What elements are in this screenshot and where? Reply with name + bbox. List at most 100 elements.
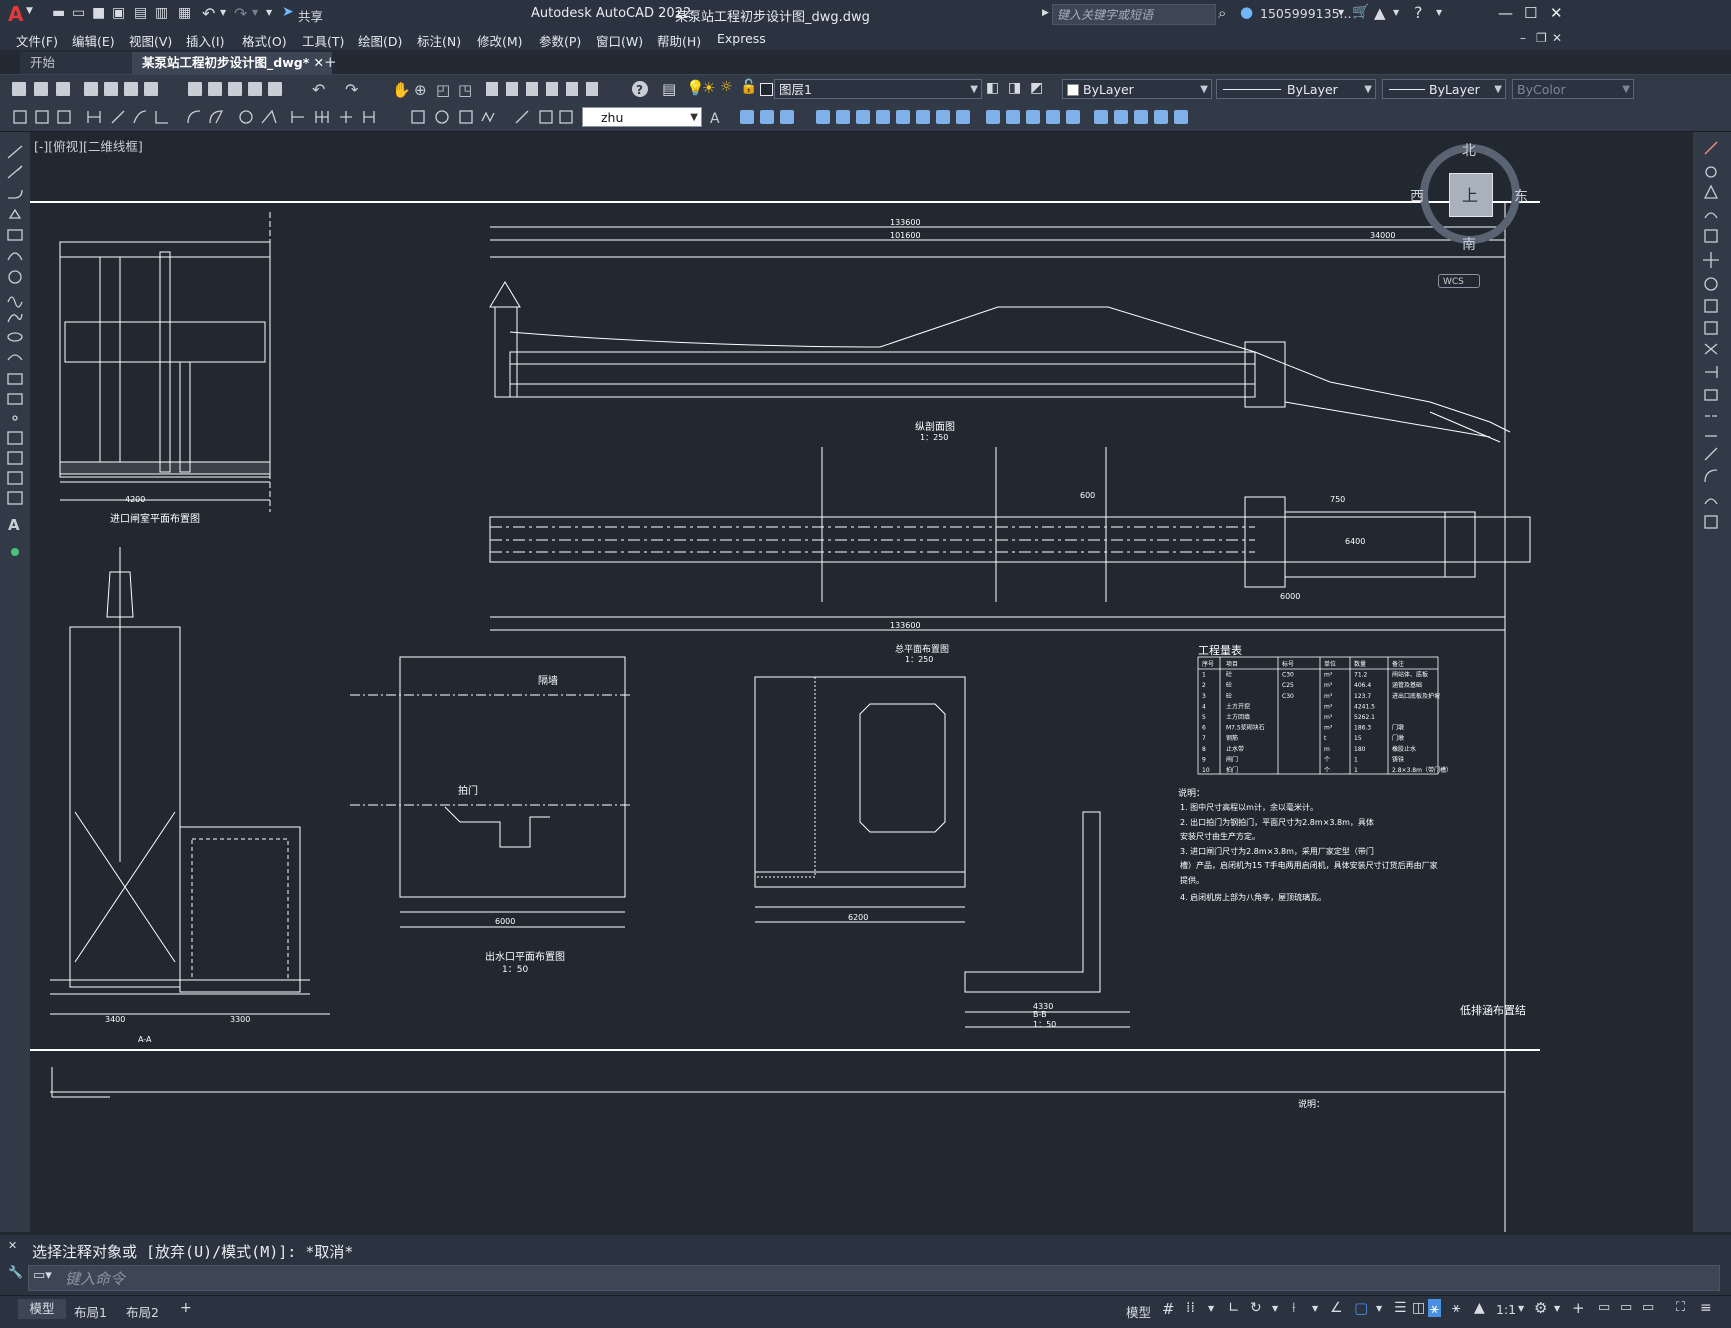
undo-icon[interactable]: ↶ — [202, 4, 215, 23]
menu-file[interactable]: 文件(F) — [16, 31, 58, 50]
menu-express[interactable]: Express — [717, 31, 766, 46]
app-dropdown-icon[interactable]: ▼ — [1393, 8, 1399, 17]
open-icon[interactable]: ▭ — [72, 5, 85, 21]
modify-tool-icons[interactable] — [1693, 132, 1731, 552]
new-icon[interactable]: ▬ — [52, 5, 65, 21]
layout-tab-2[interactable]: 布局2 — [126, 1302, 159, 1321]
layer-freeze-icon[interactable]: ☀ — [702, 79, 715, 97]
tab-close-icon[interactable]: ✕ — [314, 52, 324, 74]
viewcube-south[interactable]: 南 — [1462, 234, 1476, 254]
customize-icon[interactable]: ▼ — [266, 8, 272, 17]
workspace-gear-icon[interactable]: ⚙ — [1534, 1299, 1547, 1317]
tab-start[interactable]: 开始 — [20, 52, 140, 74]
lineweight-icon[interactable]: ☰ — [1394, 1300, 1407, 1316]
layout-tab-1[interactable]: 布局1 — [74, 1302, 107, 1321]
close-icon[interactable]: ✕ — [1550, 4, 1563, 22]
viewcube-west[interactable]: 西 — [1410, 186, 1424, 206]
transparency-icon[interactable]: ◫ — [1412, 1300, 1425, 1316]
make-current-layer-icon[interactable]: ◧ — [986, 80, 999, 96]
new-tab-button[interactable]: + — [324, 53, 337, 71]
layout-tab-model[interactable]: 模型 — [18, 1299, 66, 1319]
status-model-button[interactable]: 模型 — [1126, 1302, 1151, 1321]
color-dropdown[interactable]: ByLayer ▼ — [1062, 79, 1212, 99]
menu-dimension[interactable]: 标注(N) — [417, 31, 461, 50]
viewcube-top-face[interactable]: 上 — [1449, 173, 1493, 217]
tab-drawing-active[interactable]: 某泵站工程初步设计图_dwg* ✕ — [132, 52, 332, 74]
save-icon[interactable]: ■ — [92, 5, 105, 21]
command-input[interactable]: ▭▾ 键入命令 — [28, 1265, 1720, 1291]
annotation-scale-value[interactable]: 1:1 — [1496, 1302, 1516, 1317]
customize-status-icon[interactable]: ≡ — [1700, 1300, 1712, 1316]
command-settings-icon[interactable]: 🔧 — [8, 1265, 23, 1279]
menu-view[interactable]: 视图(V) — [129, 31, 172, 50]
layout-add-button[interactable]: + — [180, 1300, 192, 1316]
app-logo[interactable]: A — [8, 2, 23, 26]
search-expand-icon[interactable]: ▶ — [1042, 8, 1049, 18]
layer-previous-icon[interactable]: ◨ — [1008, 80, 1021, 96]
web-save-icon[interactable]: ▥ — [155, 5, 168, 21]
snap-icon[interactable]: ⁞⁞ — [1186, 1300, 1195, 1316]
save-as-icon[interactable]: ▣ — [112, 5, 125, 21]
command-prompt-icon[interactable]: ▭▾ — [33, 1268, 52, 1283]
web-open-icon[interactable]: ▤ — [134, 5, 147, 21]
menu-parametric[interactable]: 参数(P) — [539, 31, 581, 50]
help-icon[interactable]: ? — [1414, 3, 1423, 22]
menu-format[interactable]: 格式(O) — [242, 31, 287, 50]
user-dropdown-icon[interactable]: ▼ — [1338, 8, 1344, 17]
text-style-dropdown[interactable]: zhu ▼ — [582, 107, 702, 127]
menu-tools[interactable]: 工具(T) — [302, 31, 344, 50]
isolate-icon[interactable]: ▭ — [1642, 1300, 1654, 1315]
plot-icon[interactable]: ▦ — [178, 5, 191, 21]
viewcube[interactable]: 北 南 西 东 上 — [1410, 143, 1528, 253]
command-close-icon[interactable]: ✕ — [8, 1239, 17, 1252]
redo-dropdown-icon[interactable]: ▼ — [252, 8, 258, 17]
doc-close-icon[interactable]: ✕ — [1552, 31, 1562, 45]
autodesk-app-icon[interactable]: ▲ — [1374, 4, 1386, 22]
osnap-dropdown-icon[interactable]: ▼ — [1376, 1304, 1382, 1313]
polar-dropdown-icon[interactable]: ▼ — [1272, 1304, 1278, 1313]
menu-insert[interactable]: 插入(I) — [186, 31, 224, 50]
isodraft-icon[interactable]: ⟊ — [1292, 1300, 1296, 1316]
annotation-autoscale-icon[interactable]: ⚹ — [1452, 1300, 1460, 1316]
grid-icon[interactable]: # — [1162, 1300, 1175, 1318]
draw-tool-icons[interactable]: A — [0, 132, 30, 592]
minimize-icon[interactable]: — — [1498, 4, 1513, 22]
share-button[interactable]: 共享 — [298, 6, 323, 25]
viewcube-north[interactable]: 北 — [1462, 140, 1476, 160]
drawing-canvas[interactable]: [-][俯视][二维线框] 进口闸室平面布置图 4200 133600 1016… — [30, 132, 1693, 1235]
app-menu-arrow-icon[interactable]: ▼ — [26, 6, 33, 16]
menu-help[interactable]: 帮助(H) — [657, 31, 701, 50]
annotation-scale-icon[interactable]: ▲ — [1474, 1300, 1485, 1316]
layer-match-icon[interactable]: ◩ — [1030, 80, 1043, 96]
menu-modify[interactable]: 修改(M) — [477, 31, 523, 50]
lineweight-dropdown[interactable]: ByLayer ▼ — [1382, 79, 1506, 99]
viewcube-east[interactable]: 东 — [1514, 186, 1528, 206]
wcs-button[interactable]: WCS — [1438, 274, 1480, 288]
scale-dropdown-icon[interactable]: ▼ — [1518, 1304, 1524, 1313]
layer-dropdown[interactable]: 图层1 ▼ — [774, 79, 982, 99]
workspace-dropdown-icon[interactable]: ▼ — [1554, 1304, 1560, 1313]
doc-minimize-icon[interactable]: – — [1520, 31, 1526, 45]
menu-edit[interactable]: 编辑(E) — [72, 31, 115, 50]
quick-properties-icon[interactable]: ▭ — [1620, 1300, 1632, 1315]
modify-toolbar-icons[interactable]: A — [706, 103, 1226, 131]
maximize-icon[interactable]: ☐ — [1524, 4, 1537, 22]
annotation-monitor-icon[interactable]: + — [1572, 1299, 1585, 1317]
units-icon[interactable]: ▭ — [1598, 1300, 1610, 1315]
user-icon[interactable]: ● — [1240, 3, 1253, 21]
search-icon[interactable]: ⌕ — [1218, 4, 1226, 22]
doc-restore-icon[interactable]: ❐ — [1536, 31, 1547, 45]
menu-draw[interactable]: 绘图(D) — [358, 31, 402, 50]
polar-icon[interactable]: ↻ — [1250, 1300, 1262, 1316]
cart-icon[interactable]: 🛒 — [1352, 4, 1369, 20]
menu-window[interactable]: 窗口(W) — [596, 31, 643, 50]
layer-manager-icon[interactable]: ▤ — [662, 80, 676, 98]
plotstyle-dropdown[interactable]: ByColor ▼ — [1512, 79, 1634, 99]
isodraft-dropdown-icon[interactable]: ▼ — [1312, 1304, 1318, 1313]
layer-viewport-icon[interactable]: ☼ — [720, 79, 733, 95]
standard-toolbar-icons[interactable]: ↶ ↷ ✋ ⊕ ◰ ◳ ? — [0, 75, 680, 103]
ortho-icon[interactable]: ∟ — [1228, 1300, 1240, 1316]
osnap-icon[interactable]: ▢ — [1354, 1299, 1368, 1317]
otrack-icon[interactable]: ∠ — [1330, 1300, 1343, 1316]
annotation-visibility-icon[interactable]: ⚹ — [1428, 1299, 1442, 1317]
